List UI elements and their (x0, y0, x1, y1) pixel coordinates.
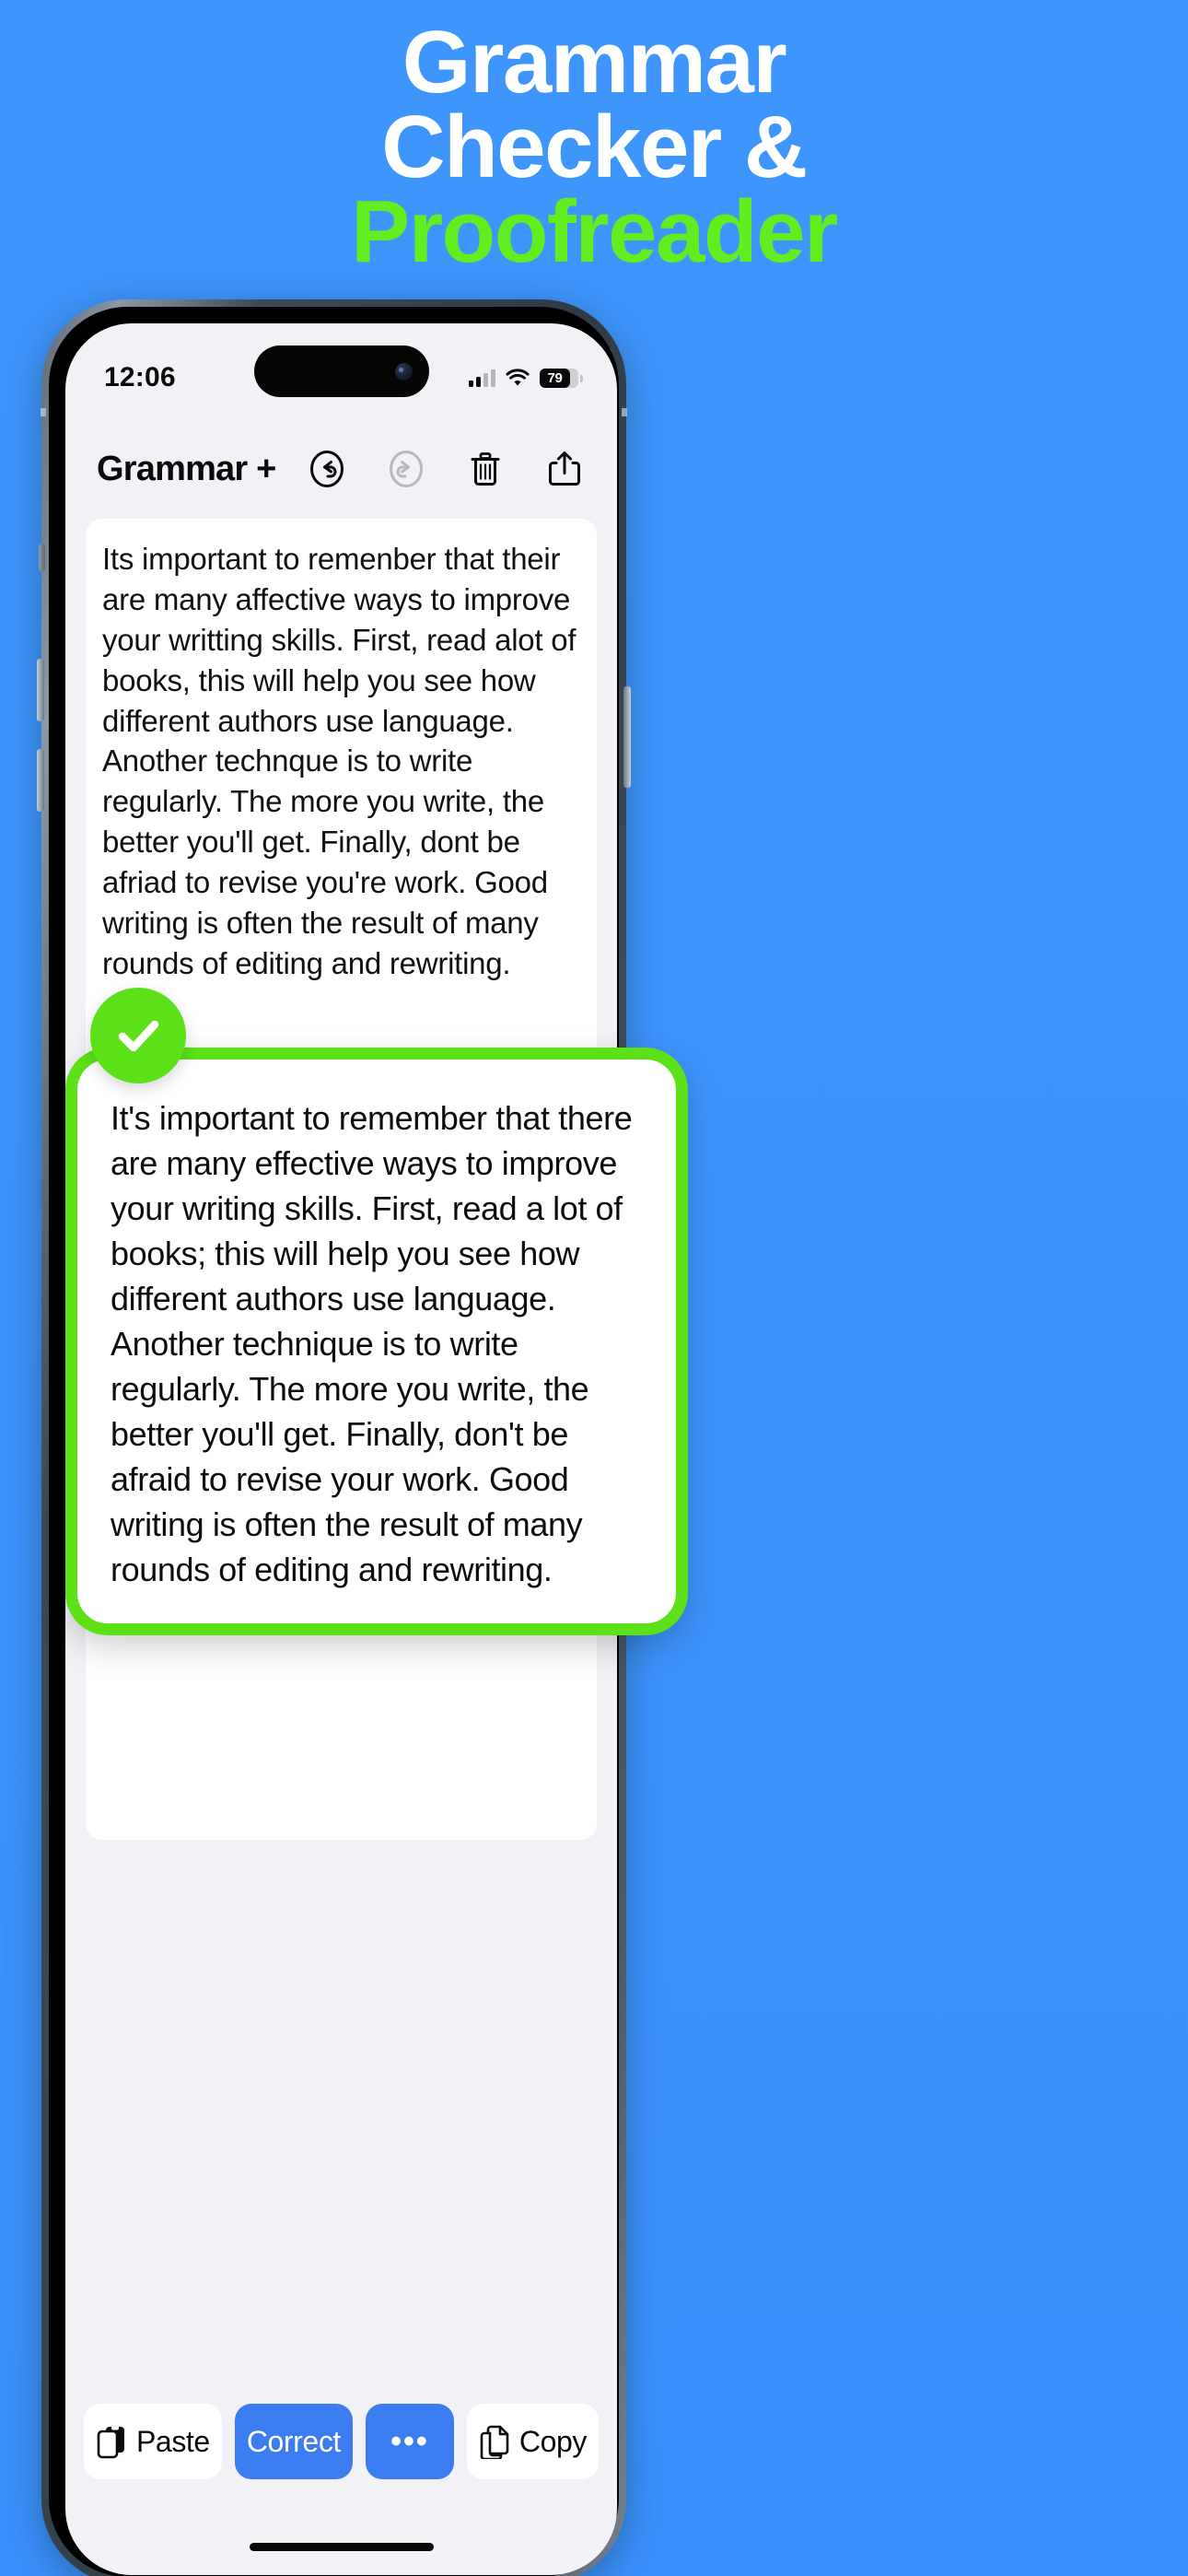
promo-screenshot: Grammar Checker & Proofreader 12:06 79 G… (0, 0, 1188, 2576)
toolbar-actions (306, 448, 586, 490)
status-bar-indicators: 79 (469, 368, 583, 388)
app-toolbar: Grammar + (65, 427, 617, 511)
wifi-icon (506, 369, 530, 386)
correct-button[interactable]: Correct (234, 2404, 353, 2479)
paste-clipboard-icon (97, 2425, 124, 2459)
success-check-badge (90, 988, 186, 1083)
status-bar-time: 12:06 (104, 362, 176, 392)
action-button-bar: Paste Correct ••• Copy (65, 2404, 617, 2479)
trash-icon[interactable] (464, 448, 507, 490)
power-button[interactable] (623, 686, 631, 788)
correct-button-label: Correct (246, 2424, 342, 2458)
dynamic-island (253, 345, 429, 397)
input-text: Its important to remenber that their are… (102, 542, 577, 980)
app-title: Grammar + (97, 449, 276, 488)
phone-mockup: 12:06 79 Grammar + Its important to reme… (37, 299, 1147, 2576)
copy-button[interactable]: Copy (466, 2404, 600, 2479)
frame-seam-left (41, 408, 46, 416)
cellular-signal-icon (469, 369, 495, 387)
headline-line-3-accent: Proofreader (351, 182, 838, 282)
paste-button[interactable]: Paste (84, 2404, 222, 2479)
home-indicator[interactable] (249, 2543, 434, 2551)
battery-percent: 79 (547, 369, 563, 386)
headline-line-1: Grammar (402, 13, 787, 111)
corrected-text-callout: It's important to remember that there ar… (65, 1048, 688, 1636)
copy-documents-icon (480, 2425, 509, 2459)
checkmark-icon (118, 1020, 159, 1052)
headline-line-2: Checker & (381, 98, 808, 197)
corrected-text: It's important to remember that there ar… (111, 1099, 633, 1588)
frame-seam-right (622, 408, 627, 416)
paste-button-label: Paste (135, 2424, 210, 2458)
copy-button-label: Copy (518, 2424, 588, 2458)
battery-icon: 79 (540, 368, 583, 388)
mute-switch-button[interactable] (39, 544, 45, 571)
ellipsis-icon: ••• (390, 2423, 429, 2459)
headline: Grammar Checker & Proofreader (0, 13, 1188, 282)
front-camera-icon (394, 362, 413, 381)
redo-icon[interactable] (385, 448, 427, 490)
undo-icon[interactable] (306, 448, 348, 490)
volume-down-button[interactable] (37, 749, 44, 812)
share-icon[interactable] (543, 448, 586, 490)
volume-up-button[interactable] (37, 659, 44, 721)
more-options-button[interactable]: ••• (365, 2404, 454, 2479)
